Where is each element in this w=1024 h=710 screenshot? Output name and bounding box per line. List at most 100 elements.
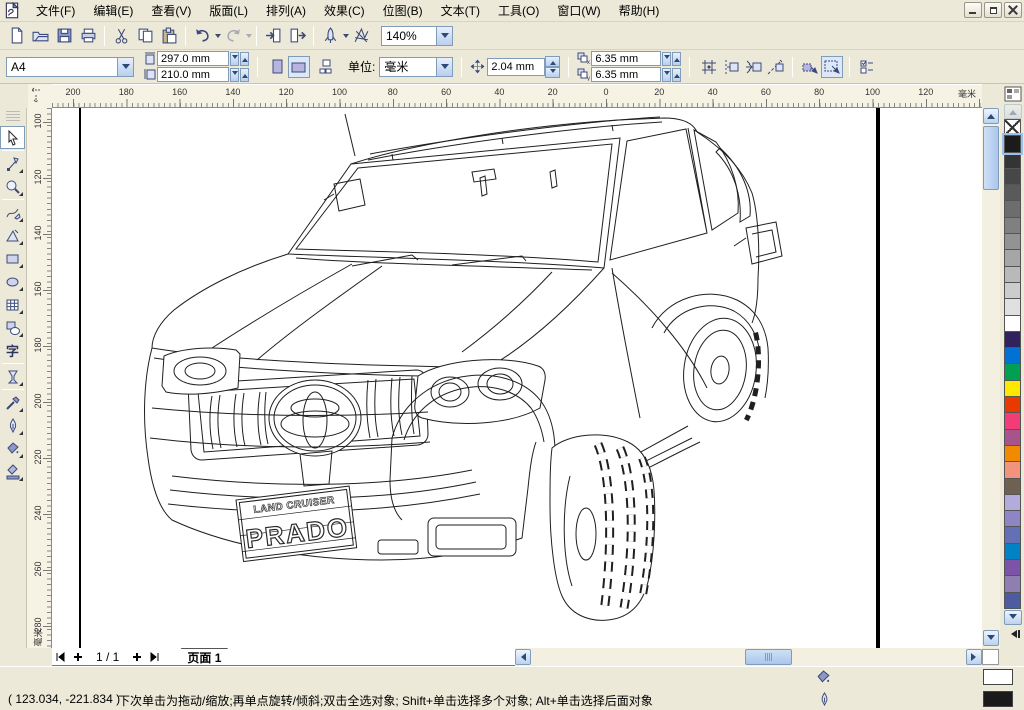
menu-item-view[interactable]: 查看(V) [142, 0, 200, 22]
rectangle-tool[interactable] [0, 247, 25, 270]
text-tool[interactable]: 字 [0, 339, 25, 362]
palette-swatch[interactable] [1004, 233, 1021, 250]
palette-swatch[interactable] [1004, 510, 1021, 527]
palette-swatch[interactable] [1004, 429, 1021, 446]
palette-swatch[interactable] [1004, 184, 1021, 201]
horizontal-scroll-thumb[interactable] [745, 649, 792, 665]
scroll-left-button[interactable] [515, 649, 531, 665]
palette-swatch[interactable] [1004, 298, 1021, 315]
pick-tool[interactable] [0, 126, 25, 149]
ruler-origin[interactable] [28, 84, 52, 108]
snap-to-grid-button[interactable] [698, 56, 720, 78]
outline-tool[interactable] [0, 414, 25, 437]
landscape-button[interactable] [288, 56, 310, 78]
no-color-swatch[interactable] [1004, 119, 1021, 136]
options-checklist-button[interactable] [856, 56, 878, 78]
palette-swatch[interactable] [1004, 461, 1021, 478]
minimize-button[interactable] [964, 2, 982, 18]
duplicate-y-spin-down[interactable] [662, 68, 671, 82]
units-combo-arrow[interactable] [436, 58, 452, 76]
interactive-fill-tool[interactable] [0, 460, 25, 483]
paste-button[interactable] [157, 24, 181, 48]
application-launcher-button[interactable] [318, 24, 342, 48]
dynamic-guides-button[interactable] [764, 56, 786, 78]
palette-swatch[interactable] [1004, 559, 1021, 576]
menu-item-edit[interactable]: 编辑(E) [84, 0, 142, 22]
graph-paper-tool[interactable] [0, 293, 25, 316]
portrait-button[interactable] [266, 56, 288, 78]
zoom-level-combo[interactable]: 140% [381, 26, 453, 46]
palette-swatch[interactable] [1004, 526, 1021, 543]
open-button[interactable] [28, 24, 52, 48]
interactive-blend-tool[interactable] [0, 365, 25, 388]
duplicate-y-field[interactable]: 6.35 mm [591, 67, 661, 82]
smart-drawing-tool[interactable] [0, 224, 25, 247]
palette-swatch[interactable] [1004, 494, 1021, 511]
toolbox-drag-handle[interactable] [6, 111, 20, 123]
palette-swatch[interactable] [1004, 315, 1021, 332]
copy-button[interactable] [133, 24, 157, 48]
freehand-tool[interactable] [0, 201, 25, 224]
menu-item-layout[interactable]: 版面(L) [200, 0, 257, 22]
new-button[interactable] [4, 24, 28, 48]
import-button[interactable] [261, 24, 285, 48]
nudge-offset-field[interactable]: 2.04 mm [487, 58, 545, 76]
ellipse-tool[interactable] [0, 270, 25, 293]
duplicate-y-spin-up[interactable] [672, 68, 681, 82]
menu-item-text[interactable]: 文本(T) [432, 0, 489, 22]
menu-item-arrange[interactable]: 排列(A) [257, 0, 315, 22]
palette-scroll-up-button[interactable] [1004, 104, 1022, 119]
marquee-select-button[interactable] [821, 56, 843, 78]
print-button[interactable] [76, 24, 100, 48]
palette-swatch[interactable] [1004, 347, 1021, 364]
prado-line-art[interactable]: LAND CRUISER PRADO [52, 108, 982, 648]
paper-width-spin-up[interactable] [240, 52, 249, 66]
last-page-button[interactable] [147, 649, 163, 664]
vertical-ruler[interactable]: 100120140160180200220240260280 毫米 [27, 108, 52, 648]
menu-item-effects[interactable]: 效果(C) [315, 0, 374, 22]
page-tab[interactable]: 页面 1 [171, 648, 237, 665]
menu-item-window[interactable]: 窗口(W) [548, 0, 609, 22]
add-page-after-button[interactable] [129, 649, 145, 664]
palette-swatch[interactable] [1004, 396, 1021, 413]
cut-button[interactable] [109, 24, 133, 48]
paper-height-spin-down[interactable] [230, 68, 239, 82]
treat-as-filled-button[interactable] [799, 56, 821, 78]
palette-swatch[interactable] [1004, 266, 1021, 283]
snap-to-objects-button[interactable] [742, 56, 764, 78]
vertical-scrollbar[interactable] [982, 108, 1000, 648]
vertical-scroll-thumb[interactable] [983, 126, 999, 190]
zoom-tool[interactable] [0, 175, 25, 198]
paper-width-spin-down[interactable] [230, 52, 239, 66]
duplicate-x-field[interactable]: 6.35 mm [591, 51, 661, 66]
basic-shapes-tool[interactable] [0, 316, 25, 339]
add-page-before-button[interactable] [70, 649, 86, 664]
palette-swatch[interactable] [1004, 478, 1021, 495]
drawing-canvas[interactable]: LAND CRUISER PRADO [52, 108, 982, 648]
paper-type-combo[interactable]: A4 [6, 57, 134, 77]
palette-swatch[interactable] [1004, 152, 1021, 169]
palette-swatch[interactable] [1004, 363, 1021, 380]
menu-item-tools[interactable]: 工具(O) [489, 0, 548, 22]
paper-height-field[interactable]: 210.0 mm [157, 67, 229, 82]
paper-type-combo-arrow[interactable] [117, 58, 133, 76]
horizontal-ruler[interactable]: 2001801601401201008060402002040608010012… [52, 84, 982, 108]
scroll-right-button[interactable] [966, 649, 982, 665]
palette-swatch[interactable] [1004, 282, 1021, 299]
nudge-spin-up[interactable] [545, 56, 560, 67]
restore-button[interactable] [984, 2, 1002, 18]
nudge-spin-down[interactable] [545, 67, 560, 78]
palette-scroll-down-button[interactable] [1004, 610, 1022, 625]
undo-button[interactable] [190, 24, 214, 48]
set-for-all-pages-button[interactable] [316, 56, 338, 78]
palette-swatch[interactable] [1004, 412, 1021, 429]
palette-options-icon[interactable] [1004, 86, 1022, 102]
paper-height-spin-up[interactable] [240, 68, 249, 82]
duplicate-x-spin-up[interactable] [672, 52, 681, 66]
palette-flyout-button[interactable] [1004, 627, 1022, 641]
scroll-down-button[interactable] [983, 630, 999, 646]
palette-swatch[interactable] [1004, 445, 1021, 462]
zoom-combo-arrow[interactable] [436, 27, 452, 45]
menu-item-file[interactable]: 文件(F) [27, 0, 84, 22]
first-page-button[interactable] [52, 649, 68, 664]
